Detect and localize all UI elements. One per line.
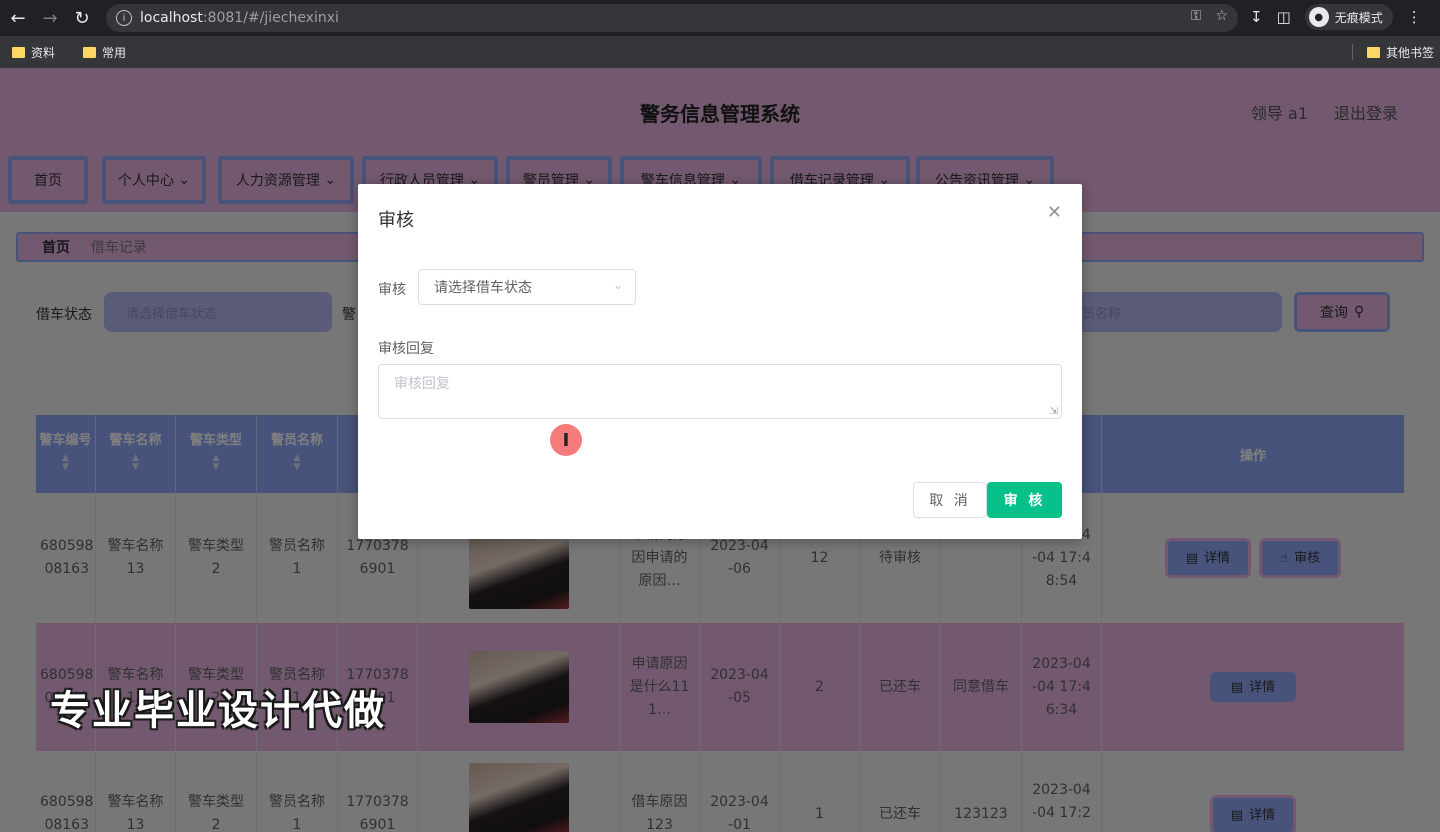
browser-toolbar: ← → ↻ i localhost:8081/#/jiechexinxi ⚿ ☆… [0,0,1440,36]
download-icon[interactable]: ↧ [1250,8,1263,26]
bookmark-folder-other[interactable]: 其他书签 [1351,36,1434,68]
review-dialog: 审核 ✕ 审核 请选择借车状态 ⌄ 审核回复 审核回复 ⇲ 取 消 审 核 [358,184,1082,539]
folder-icon [1366,46,1380,58]
chevron-down-icon: ⌄ [612,278,623,292]
menu-dots-icon[interactable]: ⋮ [1407,8,1422,26]
resize-grip-icon[interactable]: ⇲ [1050,406,1058,417]
star-icon[interactable]: ☆ [1215,8,1228,24]
bookmarks-bar: 资料 常用 其他书签 [0,36,1440,68]
app-root: 警务信息管理系统 领导 a1 退出登录 首页 个人中心 ⌄ 人力资源管理 ⌄ 行… [0,68,1440,832]
address-bar[interactable]: i localhost:8081/#/jiechexinxi ⚿ ☆ [106,4,1238,32]
info-icon[interactable]: i [116,10,132,26]
confirm-review-button[interactable]: 审 核 [987,482,1062,518]
incognito-badge[interactable]: ● 无痕模式 [1304,4,1393,30]
folder-icon [12,46,25,58]
review-status-label: 审核 [378,282,406,298]
watermark-text: 专业毕业设计代做 [50,688,386,734]
cancel-button[interactable]: 取 消 [913,482,987,518]
back-icon[interactable]: ← [4,4,32,32]
folder-icon [83,46,97,58]
close-icon[interactable]: ✕ [1047,202,1062,223]
key-icon[interactable]: ⚿ [1191,8,1202,24]
sidepanel-icon[interactable]: ◫ [1277,8,1291,26]
reload-icon[interactable]: ↻ [68,4,96,32]
text-cursor-icon: I [550,424,582,456]
bookmark-folder-changyong[interactable]: 常用 [83,44,126,61]
review-reply-textarea[interactable]: 审核回复 [378,364,1062,419]
incognito-label: 无痕模式 [1334,10,1383,25]
bookmark-folder-ziliao[interactable]: 资料 [12,44,55,61]
review-status-select[interactable]: 请选择借车状态 ⌄ [418,269,636,305]
review-reply-label: 审核回复 [378,341,434,357]
url-host: localhost [140,10,203,26]
url-path: :8081/#/jiechexinxi [202,10,339,26]
incognito-icon: ● [1308,7,1329,27]
dialog-title: 审核 [378,210,414,231]
forward-icon[interactable]: → [36,4,64,32]
